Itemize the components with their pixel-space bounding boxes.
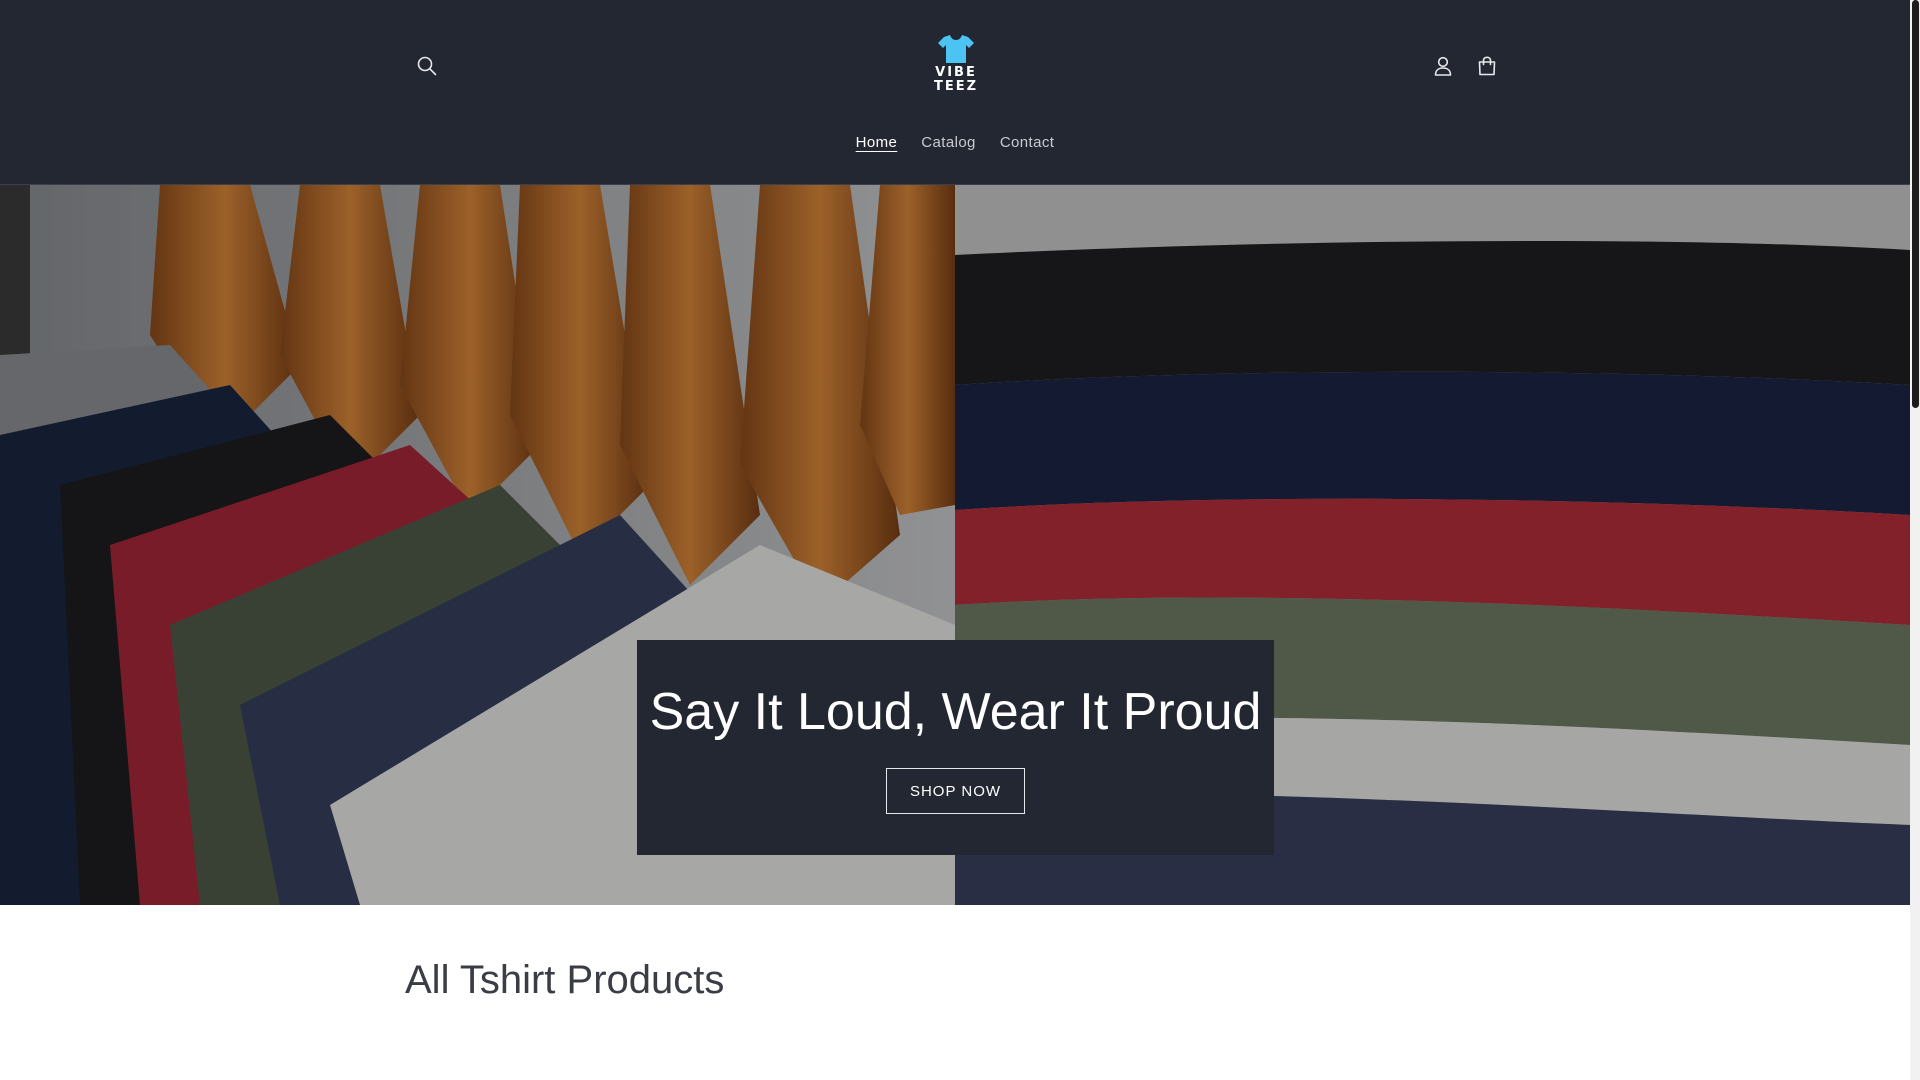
page: VIBE TEEZ Home Catalog Contact Say It Lo… xyxy=(0,0,1920,1080)
store-logo[interactable]: VIBE TEEZ xyxy=(928,34,984,100)
products-section-title: All Tshirt Products xyxy=(405,958,725,1002)
nav-catalog[interactable]: Catalog xyxy=(909,128,988,157)
page-scrollbar[interactable] xyxy=(1910,0,1920,1080)
scrollbar-thumb[interactable] xyxy=(1912,0,1919,408)
search-button[interactable] xyxy=(405,44,449,88)
search-icon xyxy=(417,56,437,76)
tshirt-logo-icon xyxy=(938,35,974,63)
nav-contact[interactable]: Contact xyxy=(988,128,1067,157)
hero-banner: Say It Loud, Wear It Proud SHOP NOW xyxy=(0,185,1910,905)
cart-icon xyxy=(1478,56,1496,76)
logo-text: VIBE TEEZ xyxy=(928,66,984,94)
account-icon xyxy=(1434,56,1452,76)
logo-line-2: TEEZ xyxy=(933,79,979,94)
hero-heading: Say It Loud, Wear It Proud xyxy=(649,683,1262,741)
cart-button[interactable] xyxy=(1465,44,1509,88)
hero-content-box: Say It Loud, Wear It Proud SHOP NOW xyxy=(637,640,1274,855)
shop-now-button[interactable]: SHOP NOW xyxy=(886,768,1025,814)
logo-line-1: VIBE xyxy=(935,65,977,80)
site-header: VIBE TEEZ Home Catalog Contact xyxy=(0,0,1910,185)
main-nav: Home Catalog Contact xyxy=(0,128,1910,157)
account-button[interactable] xyxy=(1421,44,1465,88)
nav-home[interactable]: Home xyxy=(844,128,910,157)
